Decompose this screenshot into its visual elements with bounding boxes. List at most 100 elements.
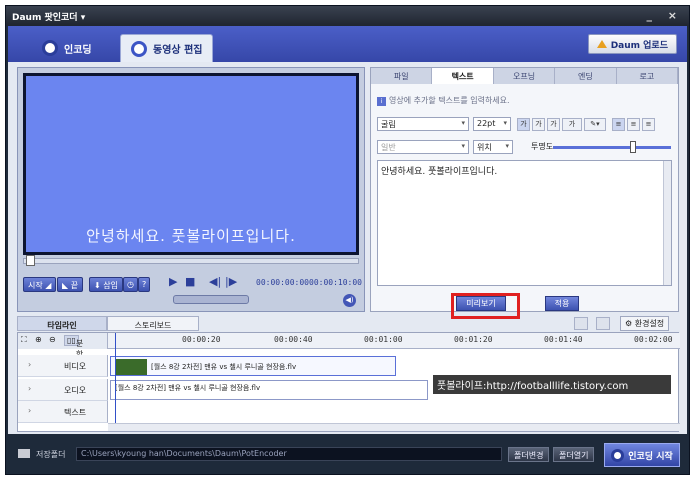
- film-reel-icon: [131, 40, 147, 57]
- apply-button[interactable]: 적용: [545, 296, 579, 311]
- text-scrollbar[interactable]: [663, 161, 671, 285]
- speaker-icon[interactable]: ◀): [343, 294, 356, 307]
- start-mark-label: 시작: [28, 281, 43, 290]
- position-select[interactable]: 위치 ▾: [473, 140, 513, 154]
- opacity-slider[interactable]: [553, 146, 671, 149]
- track-audio-label: 오디오: [64, 386, 87, 395]
- playhead[interactable]: [115, 333, 116, 423]
- split-button[interactable]: ▯▯ 분할: [64, 335, 83, 359]
- save-icon[interactable]: [596, 317, 610, 330]
- tab-video-edit-label: 동영상 편집: [153, 45, 203, 56]
- end-mark-button[interactable]: ◣ 끝: [57, 277, 84, 292]
- open-folder-button[interactable]: 폴더열기: [553, 447, 595, 462]
- align-right-button[interactable]: ≡: [642, 118, 655, 131]
- timeline-tabs: 타임라인 스토리보드: [17, 316, 317, 331]
- bold-button[interactable]: 가: [517, 118, 530, 131]
- daum-upload-button[interactable]: Daum 업로드: [587, 34, 677, 54]
- gear-icon: ⚙: [625, 319, 633, 328]
- settings-button[interactable]: ⚙ 환경설정: [620, 316, 670, 331]
- text-color-button[interactable]: 가: [562, 118, 582, 131]
- effect-button[interactable]: ✎▾: [584, 118, 606, 131]
- font-select-value: 굴림: [381, 120, 396, 129]
- chevron-down-icon: ▾: [461, 119, 465, 127]
- start-encoding-button[interactable]: 인코딩 시작: [604, 443, 680, 467]
- preview-button[interactable]: 미리보기: [456, 296, 506, 311]
- edit-tabs: 파일 텍스트 오프닝 엔딩 로고: [371, 68, 679, 84]
- opacity-thumb[interactable]: [630, 141, 636, 153]
- zoom-in-icon[interactable]: ⊕: [35, 335, 42, 344]
- underline-button[interactable]: 가: [547, 118, 560, 131]
- chevron-down-icon: ▾: [461, 142, 465, 150]
- opacity-label: 투명도: [531, 142, 554, 151]
- help-icon: ?: [142, 280, 147, 289]
- chevron-down-icon: ▾: [505, 142, 509, 150]
- folder-icon[interactable]: [574, 317, 588, 330]
- font-select[interactable]: 굴림 ▾: [377, 117, 469, 131]
- video-clip[interactable]: [월스 8강 2차전] 맨유 vs 첼시 루니골 현장음.flv: [110, 356, 396, 376]
- start-mark-button[interactable]: 시작 ◢: [23, 277, 57, 292]
- help-button[interactable]: ?: [138, 277, 151, 292]
- save-path-field[interactable]: C:\Users\kyoung han\Documents\Daum\PotEn…: [76, 447, 502, 461]
- next-frame-icon[interactable]: |▶: [225, 275, 237, 288]
- track-text-label: 텍스트: [64, 408, 87, 417]
- end-mark-label: 끝: [70, 281, 79, 290]
- align-center-button[interactable]: ≡: [627, 118, 640, 131]
- total-time: 00:00:10:00: [309, 278, 362, 287]
- volume-slider[interactable]: [173, 295, 249, 304]
- play-icon[interactable]: ▶: [169, 275, 177, 288]
- window-title[interactable]: Daum 팟인코더 ▾: [12, 13, 85, 23]
- ruler-tick: 00:01:00: [364, 335, 403, 344]
- tab-ending[interactable]: 엔딩: [555, 68, 617, 84]
- title-bar: Daum 팟인코더 ▾ _ ×: [6, 6, 689, 26]
- timeline-scrollbar[interactable]: [108, 423, 680, 431]
- video-preview-panel: 안녕하세요. 풋볼라이프입니다. 시작 ◢ ◣ 끝 ⬇ 삽입 ◷ ? ▶ ■ ◀…: [17, 67, 365, 312]
- current-time: 00:00:00:00: [256, 278, 309, 287]
- tab-video-edit[interactable]: 동영상 편집: [120, 34, 214, 62]
- change-folder-button[interactable]: 폴더변경: [508, 447, 550, 462]
- stop-icon[interactable]: ■: [185, 275, 195, 288]
- style-select[interactable]: 일반 ▾: [377, 140, 469, 154]
- fit-icon[interactable]: ⛶: [21, 335, 27, 345]
- prev-frame-icon[interactable]: ◀|: [209, 275, 221, 288]
- track-text[interactable]: › 텍스트: [18, 401, 108, 423]
- align-left-icon: ≡: [615, 120, 622, 128]
- tab-storyboard[interactable]: 스토리보드: [107, 316, 199, 331]
- time-ruler[interactable]: 00:00:20 00:00:40 00:01:00 00:01:20 00:0…: [108, 333, 680, 349]
- seek-thumb[interactable]: [26, 255, 35, 266]
- tab-logo[interactable]: 로고: [617, 68, 679, 84]
- chevron-down-icon: ▾: [503, 119, 507, 127]
- tab-timeline[interactable]: 타임라인: [17, 316, 107, 331]
- seek-bar[interactable]: [23, 255, 359, 266]
- daum-upload-label: Daum 업로드: [610, 40, 668, 51]
- window-controls[interactable]: _ ×: [646, 9, 683, 22]
- audio-clip[interactable]: [월스 8강 2차전] 맨유 vs 첼시 루니골 현장음.flv: [110, 380, 428, 400]
- italic-button[interactable]: 가: [532, 118, 545, 131]
- align-left-button[interactable]: ≡: [612, 118, 625, 131]
- audio-clip-name: [월스 8강 2차전] 맨유 vs 첼시 루니골 현장음.flv: [115, 384, 261, 392]
- caption-text-value: 안녕하세요. 풋볼라이프입니다.: [381, 167, 498, 177]
- timeline-toolbar: ⛶ ⊕ ⊖ ▯▯ 분할: [18, 333, 108, 359]
- clock-button[interactable]: ◷: [123, 277, 138, 292]
- player-controls: 시작 ◢ ◣ 끝 ⬇ 삽입 ◷ ? ▶ ■ ◀| |▶ 00:00:00:00 …: [23, 273, 362, 313]
- effect-icon: ✎▾: [590, 120, 600, 128]
- ruler-tick: 00:01:20: [454, 335, 493, 344]
- watermark-overlay: 풋볼라이프:http://footballlife.tistory.com: [433, 375, 671, 394]
- tab-file[interactable]: 파일: [371, 68, 433, 84]
- hint-text: 영상에 추가할 텍스트를 입력하세요.: [389, 96, 510, 105]
- ruler-tick: 00:01:40: [544, 335, 583, 344]
- track-video[interactable]: › 비디오: [18, 355, 108, 377]
- main-content: 안녕하세요. 풋볼라이프입니다. 시작 ◢ ◣ 끝 ⬇ 삽입 ◷ ? ▶ ■ ◀…: [8, 62, 687, 434]
- zoom-out-icon[interactable]: ⊖: [49, 335, 56, 344]
- ruler-tick: 00:00:20: [182, 335, 221, 344]
- track-audio[interactable]: › 오디오: [18, 379, 108, 401]
- ruler-tick: 00:00:40: [274, 335, 313, 344]
- align-center-icon: ≡: [630, 120, 637, 128]
- tab-encoding[interactable]: 인코딩: [32, 34, 102, 62]
- font-size-select[interactable]: 22pt ▾: [473, 117, 511, 131]
- insert-button[interactable]: ⬇ 삽입: [89, 277, 123, 292]
- tab-text[interactable]: 텍스트: [432, 68, 494, 84]
- tab-opening[interactable]: 오프닝: [494, 68, 556, 84]
- chevron-right-icon: ›: [28, 406, 32, 415]
- caption-text-input[interactable]: 안녕하세요. 풋볼라이프입니다.: [377, 160, 672, 286]
- video-caption: 안녕하세요. 풋볼라이프입니다.: [86, 227, 296, 245]
